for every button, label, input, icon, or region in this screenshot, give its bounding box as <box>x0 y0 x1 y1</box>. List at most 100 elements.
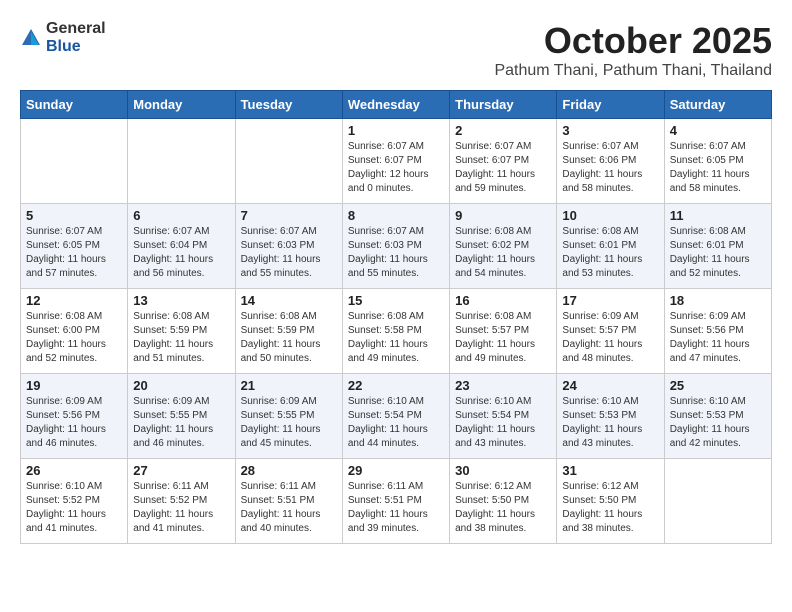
day-number: 28 <box>241 463 337 478</box>
week-row-4: 26 Sunrise: 6:10 AMSunset: 5:52 PMDayligh… <box>21 459 772 544</box>
day-info: Sunrise: 6:09 AMSunset: 5:56 PMDaylight:… <box>26 395 122 451</box>
day-number: 17 <box>562 293 658 308</box>
day-info: Sunrise: 6:07 AMSunset: 6:03 PMDaylight:… <box>241 225 337 281</box>
day-info: Sunrise: 6:08 AMSunset: 6:01 PMDaylight:… <box>562 225 658 281</box>
calendar-cell: 25Sunrise: 6:10 AMSunset: 5:53 PMDayligh… <box>664 374 771 459</box>
calendar-cell: 14 Sunrise: 6:08 AMSunset: 5:59 PMDayligh… <box>235 289 342 374</box>
logo-text-general: General <box>46 20 106 37</box>
day-info: Sunrise: 6:09 AMSunset: 5:57 PMDaylight:… <box>562 310 658 366</box>
day-info: Sunrise: 6:09 AMSunset: 5:55 PMDaylight:… <box>241 395 337 451</box>
day-info: Sunrise: 6:10 AMSunset: 5:54 PMDaylight:… <box>348 395 444 451</box>
day-number: 14 <box>241 293 337 308</box>
calendar-cell: 15 Sunrise: 6:08 AMSunset: 5:58 PMDayligh… <box>342 289 449 374</box>
day-info: Sunrise: 6:07 AMSunset: 6:05 PMDaylight:… <box>670 140 766 196</box>
day-info: Sunrise: 6:10 AMSunset: 5:53 PMDaylight:… <box>562 395 658 451</box>
day-number: 2 <box>455 123 551 138</box>
day-info: Sunrise: 6:09 AMSunset: 5:55 PMDaylight:… <box>133 395 229 451</box>
day-info: Sunrise: 6:08 AMSunset: 5:57 PMDaylight:… <box>455 310 551 366</box>
day-info: Sunrise: 6:07 AMSunset: 6:05 PMDaylight:… <box>26 225 122 281</box>
day-info: Sunrise: 6:11 AMSunset: 5:51 PMDaylight:… <box>241 480 337 536</box>
week-row-1: 5Sunrise: 6:07 AMSunset: 6:05 PMDaylight… <box>21 204 772 289</box>
calendar-cell: 18Sunrise: 6:09 AMSunset: 5:56 PMDayligh… <box>664 289 771 374</box>
calendar-cell: 3 Sunrise: 6:07 AMSunset: 6:06 PMDaylight… <box>557 119 664 204</box>
month-title: October 2025 <box>494 20 772 62</box>
week-row-3: 19 Sunrise: 6:09 AMSunset: 5:56 PMDayligh… <box>21 374 772 459</box>
day-number: 30 <box>455 463 551 478</box>
weekday-header-thursday: Thursday <box>450 91 557 119</box>
day-info: Sunrise: 6:10 AMSunset: 5:52 PMDaylight:… <box>26 480 122 536</box>
calendar-cell: 10 Sunrise: 6:08 AMSunset: 6:01 PMDayligh… <box>557 204 664 289</box>
day-info: Sunrise: 6:07 AMSunset: 6:06 PMDaylight:… <box>562 140 658 196</box>
logo-text-blue: Blue <box>46 38 81 55</box>
calendar-cell: 8Sunrise: 6:07 AMSunset: 6:03 PMDaylight… <box>342 204 449 289</box>
weekday-header-row: SundayMondayTuesdayWednesdayThursdayFrid… <box>21 91 772 119</box>
calendar-cell: 4 Sunrise: 6:07 AMSunset: 6:05 PMDaylight… <box>664 119 771 204</box>
day-number: 15 <box>348 293 444 308</box>
week-row-2: 12 Sunrise: 6:08 AMSunset: 6:00 PMDayligh… <box>21 289 772 374</box>
calendar-cell: 11 Sunrise: 6:08 AMSunset: 6:01 PMDayligh… <box>664 204 771 289</box>
day-number: 24 <box>562 378 658 393</box>
calendar-cell: 24 Sunrise: 6:10 AMSunset: 5:53 PMDayligh… <box>557 374 664 459</box>
day-number: 29 <box>348 463 444 478</box>
calendar-cell: 2Sunrise: 6:07 AMSunset: 6:07 PMDaylight… <box>450 119 557 204</box>
week-row-0: 1Sunrise: 6:07 AMSunset: 6:07 PMDaylight… <box>21 119 772 204</box>
day-info: Sunrise: 6:08 AMSunset: 5:59 PMDaylight:… <box>241 310 337 366</box>
weekday-header-tuesday: Tuesday <box>235 91 342 119</box>
day-number: 20 <box>133 378 229 393</box>
weekday-header-saturday: Saturday <box>664 91 771 119</box>
calendar-cell: 20 Sunrise: 6:09 AMSunset: 5:55 PMDayligh… <box>128 374 235 459</box>
calendar-cell: 29 Sunrise: 6:11 AMSunset: 5:51 PMDayligh… <box>342 459 449 544</box>
calendar-cell <box>21 119 128 204</box>
day-info: Sunrise: 6:08 AMSunset: 6:00 PMDaylight:… <box>26 310 122 366</box>
day-info: Sunrise: 6:11 AMSunset: 5:51 PMDaylight:… <box>348 480 444 536</box>
day-info: Sunrise: 6:12 AMSunset: 5:50 PMDaylight:… <box>562 480 658 536</box>
day-number: 9 <box>455 208 551 223</box>
day-info: Sunrise: 6:07 AMSunset: 6:04 PMDaylight:… <box>133 225 229 281</box>
day-number: 10 <box>562 208 658 223</box>
page-header: General Blue October 2025 Pathum Thani, … <box>20 20 772 80</box>
day-info: Sunrise: 6:08 AMSunset: 5:58 PMDaylight:… <box>348 310 444 366</box>
calendar-cell: 6 Sunrise: 6:07 AMSunset: 6:04 PMDaylight… <box>128 204 235 289</box>
weekday-header-sunday: Sunday <box>21 91 128 119</box>
day-number: 23 <box>455 378 551 393</box>
day-info: Sunrise: 6:08 AMSunset: 6:01 PMDaylight:… <box>670 225 766 281</box>
day-info: Sunrise: 6:10 AMSunset: 5:54 PMDaylight:… <box>455 395 551 451</box>
day-number: 31 <box>562 463 658 478</box>
day-info: Sunrise: 6:10 AMSunset: 5:53 PMDaylight:… <box>670 395 766 451</box>
calendar-cell: 1Sunrise: 6:07 AMSunset: 6:07 PMDaylight… <box>342 119 449 204</box>
calendar-cell: 23 Sunrise: 6:10 AMSunset: 5:54 PMDayligh… <box>450 374 557 459</box>
calendar-cell: 30Sunrise: 6:12 AMSunset: 5:50 PMDayligh… <box>450 459 557 544</box>
weekday-header-friday: Friday <box>557 91 664 119</box>
day-number: 11 <box>670 208 766 223</box>
day-info: Sunrise: 6:07 AMSunset: 6:07 PMDaylight:… <box>348 140 444 196</box>
weekday-header-wednesday: Wednesday <box>342 91 449 119</box>
day-number: 6 <box>133 208 229 223</box>
calendar-cell: 16Sunrise: 6:08 AMSunset: 5:57 PMDayligh… <box>450 289 557 374</box>
calendar-table: SundayMondayTuesdayWednesdayThursdayFrid… <box>20 90 772 544</box>
calendar-cell <box>664 459 771 544</box>
day-number: 4 <box>670 123 766 138</box>
calendar-cell: 17 Sunrise: 6:09 AMSunset: 5:57 PMDayligh… <box>557 289 664 374</box>
day-number: 19 <box>26 378 122 393</box>
day-number: 18 <box>670 293 766 308</box>
calendar-cell: 5Sunrise: 6:07 AMSunset: 6:05 PMDaylight… <box>21 204 128 289</box>
day-info: Sunrise: 6:07 AMSunset: 6:03 PMDaylight:… <box>348 225 444 281</box>
calendar-cell: 9Sunrise: 6:08 AMSunset: 6:02 PMDaylight… <box>450 204 557 289</box>
day-number: 26 <box>26 463 122 478</box>
logo-icon <box>20 27 42 49</box>
calendar-cell: 19 Sunrise: 6:09 AMSunset: 5:56 PMDayligh… <box>21 374 128 459</box>
day-number: 3 <box>562 123 658 138</box>
logo: General Blue <box>20 20 106 56</box>
calendar-cell: 22 Sunrise: 6:10 AMSunset: 5:54 PMDayligh… <box>342 374 449 459</box>
day-number: 22 <box>348 378 444 393</box>
day-number: 27 <box>133 463 229 478</box>
calendar-cell: 13Sunrise: 6:08 AMSunset: 5:59 PMDayligh… <box>128 289 235 374</box>
calendar-cell <box>128 119 235 204</box>
calendar-cell: 27Sunrise: 6:11 AMSunset: 5:52 PMDayligh… <box>128 459 235 544</box>
calendar-cell: 12 Sunrise: 6:08 AMSunset: 6:00 PMDayligh… <box>21 289 128 374</box>
calendar-cell: 26 Sunrise: 6:10 AMSunset: 5:52 PMDayligh… <box>21 459 128 544</box>
day-number: 7 <box>241 208 337 223</box>
calendar-cell: 31 Sunrise: 6:12 AMSunset: 5:50 PMDayligh… <box>557 459 664 544</box>
calendar-cell: 28 Sunrise: 6:11 AMSunset: 5:51 PMDayligh… <box>235 459 342 544</box>
day-number: 12 <box>26 293 122 308</box>
